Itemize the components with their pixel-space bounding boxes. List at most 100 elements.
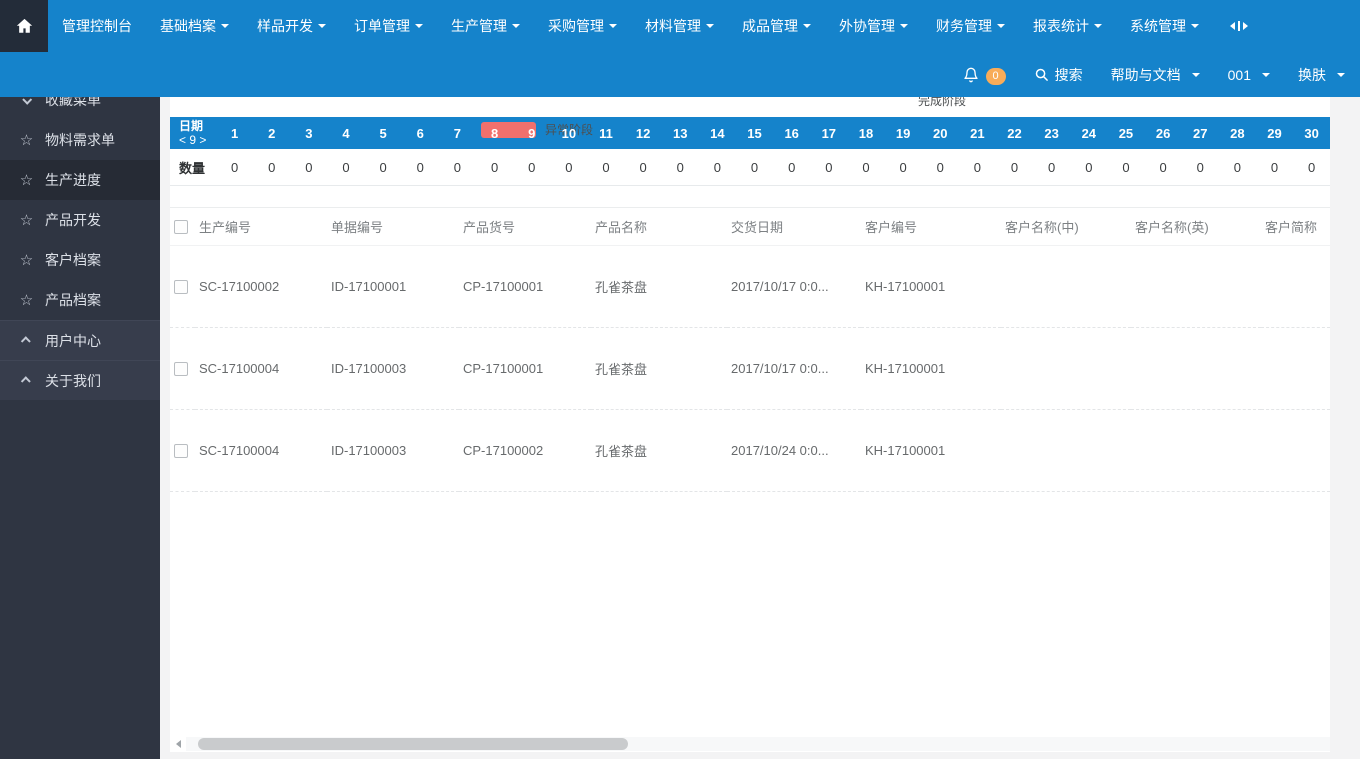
chevron-down-icon xyxy=(1262,72,1270,77)
quantity-cell: 0 xyxy=(268,159,276,175)
sidebar-item-8[interactable]: 关于我们 xyxy=(0,360,160,400)
nav-item-2[interactable]: 基础档案 xyxy=(146,0,243,52)
nav-item-11[interactable]: 报表统计 xyxy=(1019,0,1116,52)
table-cell: SC-17100004 xyxy=(195,409,327,492)
nav-item-5[interactable]: 生产管理 xyxy=(437,0,534,52)
chevron-up-glyph xyxy=(20,376,31,387)
table-cell xyxy=(1001,409,1131,492)
table-row[interactable]: SC-17100004 ID-17100003 CP-17100001 孔雀茶盘 201… xyxy=(170,327,1330,410)
day-header-cell: 5 xyxy=(379,125,387,141)
nav-item-3[interactable]: 样品开发 xyxy=(243,0,340,52)
day-header-cell: 14 xyxy=(710,125,725,141)
nav-item-12[interactable]: 系统管理 xyxy=(1116,0,1213,52)
quantity-cell: 0 xyxy=(973,159,981,175)
bell-icon xyxy=(963,67,978,82)
nav-item-label: 采购管理 xyxy=(548,18,604,34)
table-cell: 孔雀茶盘 xyxy=(591,409,727,492)
sidebar-item-label: 产品档案 xyxy=(45,292,101,308)
table-cell: 孔雀茶盘 xyxy=(591,245,727,328)
scrollbar-track[interactable] xyxy=(186,737,1330,751)
date-strip-header: 日期 < 9 > 1 2 3 4 5 6 7 8 9 10 11 12 13 14 15 16 17 18 19 20… xyxy=(170,117,1330,149)
skin-menu-label: 换肤 xyxy=(1298,66,1326,83)
sidebar-item-6[interactable]: ☆ 产品档案 xyxy=(0,280,160,320)
table-cell xyxy=(1001,327,1131,410)
user-menu-label: 001 xyxy=(1227,66,1251,83)
chevron-down-icon xyxy=(1191,72,1200,77)
day-header-cell: 4 xyxy=(342,125,350,141)
table-row[interactable]: SC-17100004 ID-17100003 CP-17100002 孔雀茶盘 201… xyxy=(170,409,1330,492)
day-header-cell: 16 xyxy=(784,125,799,141)
column-header: 客户简称 xyxy=(1261,207,1330,246)
nav-item-label: 外协管理 xyxy=(839,18,895,34)
search-label: 搜索 xyxy=(1054,66,1083,83)
table-cell: ID-17100001 xyxy=(327,245,459,328)
sidebar-item-1[interactable]: 收藏菜单 xyxy=(0,97,160,120)
quantity-cell: 0 xyxy=(1122,159,1130,175)
user-menu[interactable]: 001 xyxy=(1228,67,1270,83)
row-checkbox[interactable] xyxy=(174,280,188,295)
nav-item-4[interactable]: 订单管理 xyxy=(340,0,437,52)
quantity-cell: 0 xyxy=(1233,159,1241,175)
date-pager[interactable]: < 9 > xyxy=(179,133,216,147)
column-header: 单据编号 xyxy=(327,207,459,246)
triangle-left-icon xyxy=(175,740,181,748)
table-cell xyxy=(1261,327,1330,410)
skin-menu[interactable]: 换肤 xyxy=(1298,65,1345,85)
scrollbar-thumb[interactable] xyxy=(198,738,628,750)
nav-item-label: 管理控制台 xyxy=(62,18,132,34)
table-row[interactable]: SC-17100002 ID-17100001 CP-17100001 孔雀茶盘 201… xyxy=(170,245,1330,328)
quantity-cell: 0 xyxy=(565,159,573,175)
nav-item-1[interactable]: 管理控制台 xyxy=(48,0,146,52)
row-checkbox[interactable] xyxy=(174,362,188,377)
nav-item-8[interactable]: 成品管理 xyxy=(728,0,825,52)
quantity-values: 0 0 0 0 0 0 0 0 0 0 0 0 0 0 0 0 0 0 0 0 0 0 0 0 0 0 0 0 0 0 xyxy=(216,149,1330,185)
sidebar-menu: 收藏菜单 ☆ 物料需求单 ☆ 生产进度 ☆ 产品开发 ☆ 客户档案 ☆ 产品档案用户中心关于我们 xyxy=(0,97,160,400)
search-button[interactable]: 搜索 xyxy=(1034,65,1083,85)
day-header-cell: 23 xyxy=(1044,125,1059,141)
sidebar: 收藏菜单 ☆ 物料需求单 ☆ 生产进度 ☆ 产品开发 ☆ 客户档案 ☆ 产品档案用户中心关于我们 xyxy=(0,97,160,759)
table-cell xyxy=(1131,409,1261,492)
chevron-up-icon xyxy=(18,336,35,347)
sidebar-item-label: 用户中心 xyxy=(45,332,101,349)
nav-item-label: 基础档案 xyxy=(160,18,216,34)
table-cell: KH-17100001 xyxy=(861,409,1001,492)
nav-item-7[interactable]: 材料管理 xyxy=(631,0,728,52)
chevron-down-icon xyxy=(18,97,35,105)
help-menu[interactable]: 帮助与文档 xyxy=(1111,65,1200,85)
date-strip-left: 日期 < 9 > xyxy=(170,117,216,149)
home-button[interactable] xyxy=(0,0,48,52)
nav-item-label: 材料管理 xyxy=(645,18,701,34)
sidebar-item-label: 产品开发 xyxy=(45,212,101,228)
chevron-down-icon xyxy=(1094,24,1102,28)
table-cell xyxy=(1131,327,1261,410)
nav-item-label: 成品管理 xyxy=(742,18,798,34)
nav-item-10[interactable]: 财务管理 xyxy=(922,0,1019,52)
table-header-row: 生产编号 单据编号 产品货号 产品名称 交货日期 客户编号 客户名称(中) 客户名称(英) 客户… xyxy=(170,207,1330,246)
secondary-navbar: 0 搜索 帮助与文档 001 换肤 xyxy=(0,52,1360,97)
production-table: 生产编号 单据编号 产品货号 产品名称 交货日期 客户编号 客户名称(中) 客户名称(英) 客户… xyxy=(170,207,1330,492)
notification-badge: 0 xyxy=(985,68,1006,85)
day-header-cell: 28 xyxy=(1230,125,1245,141)
nav-item-label: 生产管理 xyxy=(451,18,507,34)
day-header-cell: 13 xyxy=(673,125,688,141)
sidebar-item-3[interactable]: ☆ 生产进度 xyxy=(0,160,160,200)
select-all-checkbox[interactable] xyxy=(174,220,188,235)
sidebar-item-4[interactable]: ☆ 产品开发 xyxy=(0,200,160,240)
day-header-cell: 25 xyxy=(1118,125,1134,141)
chevron-down-icon xyxy=(221,24,229,28)
day-header-cell: 12 xyxy=(635,125,651,141)
quantity-cell: 0 xyxy=(899,159,907,175)
sidebar-item-7[interactable]: 用户中心 xyxy=(0,320,160,360)
sidebar-item-label: 生产进度 xyxy=(45,172,101,188)
row-checkbox[interactable] xyxy=(174,444,188,459)
nav-item-label: 系统管理 xyxy=(1130,18,1186,34)
sidebar-item-2[interactable]: ☆ 物料需求单 xyxy=(0,120,160,160)
scroll-left-button[interactable] xyxy=(170,740,186,748)
notifications-button[interactable]: 0 xyxy=(963,66,1006,85)
sidebar-item-5[interactable]: ☆ 客户档案 xyxy=(0,240,160,280)
quantity-cell: 0 xyxy=(750,159,759,175)
nav-item-6[interactable]: 采购管理 xyxy=(534,0,631,52)
nav-item-9[interactable]: 外协管理 xyxy=(825,0,922,52)
table-cell: CP-17100002 xyxy=(459,409,591,492)
menu-collapse-toggle[interactable] xyxy=(1230,0,1248,52)
